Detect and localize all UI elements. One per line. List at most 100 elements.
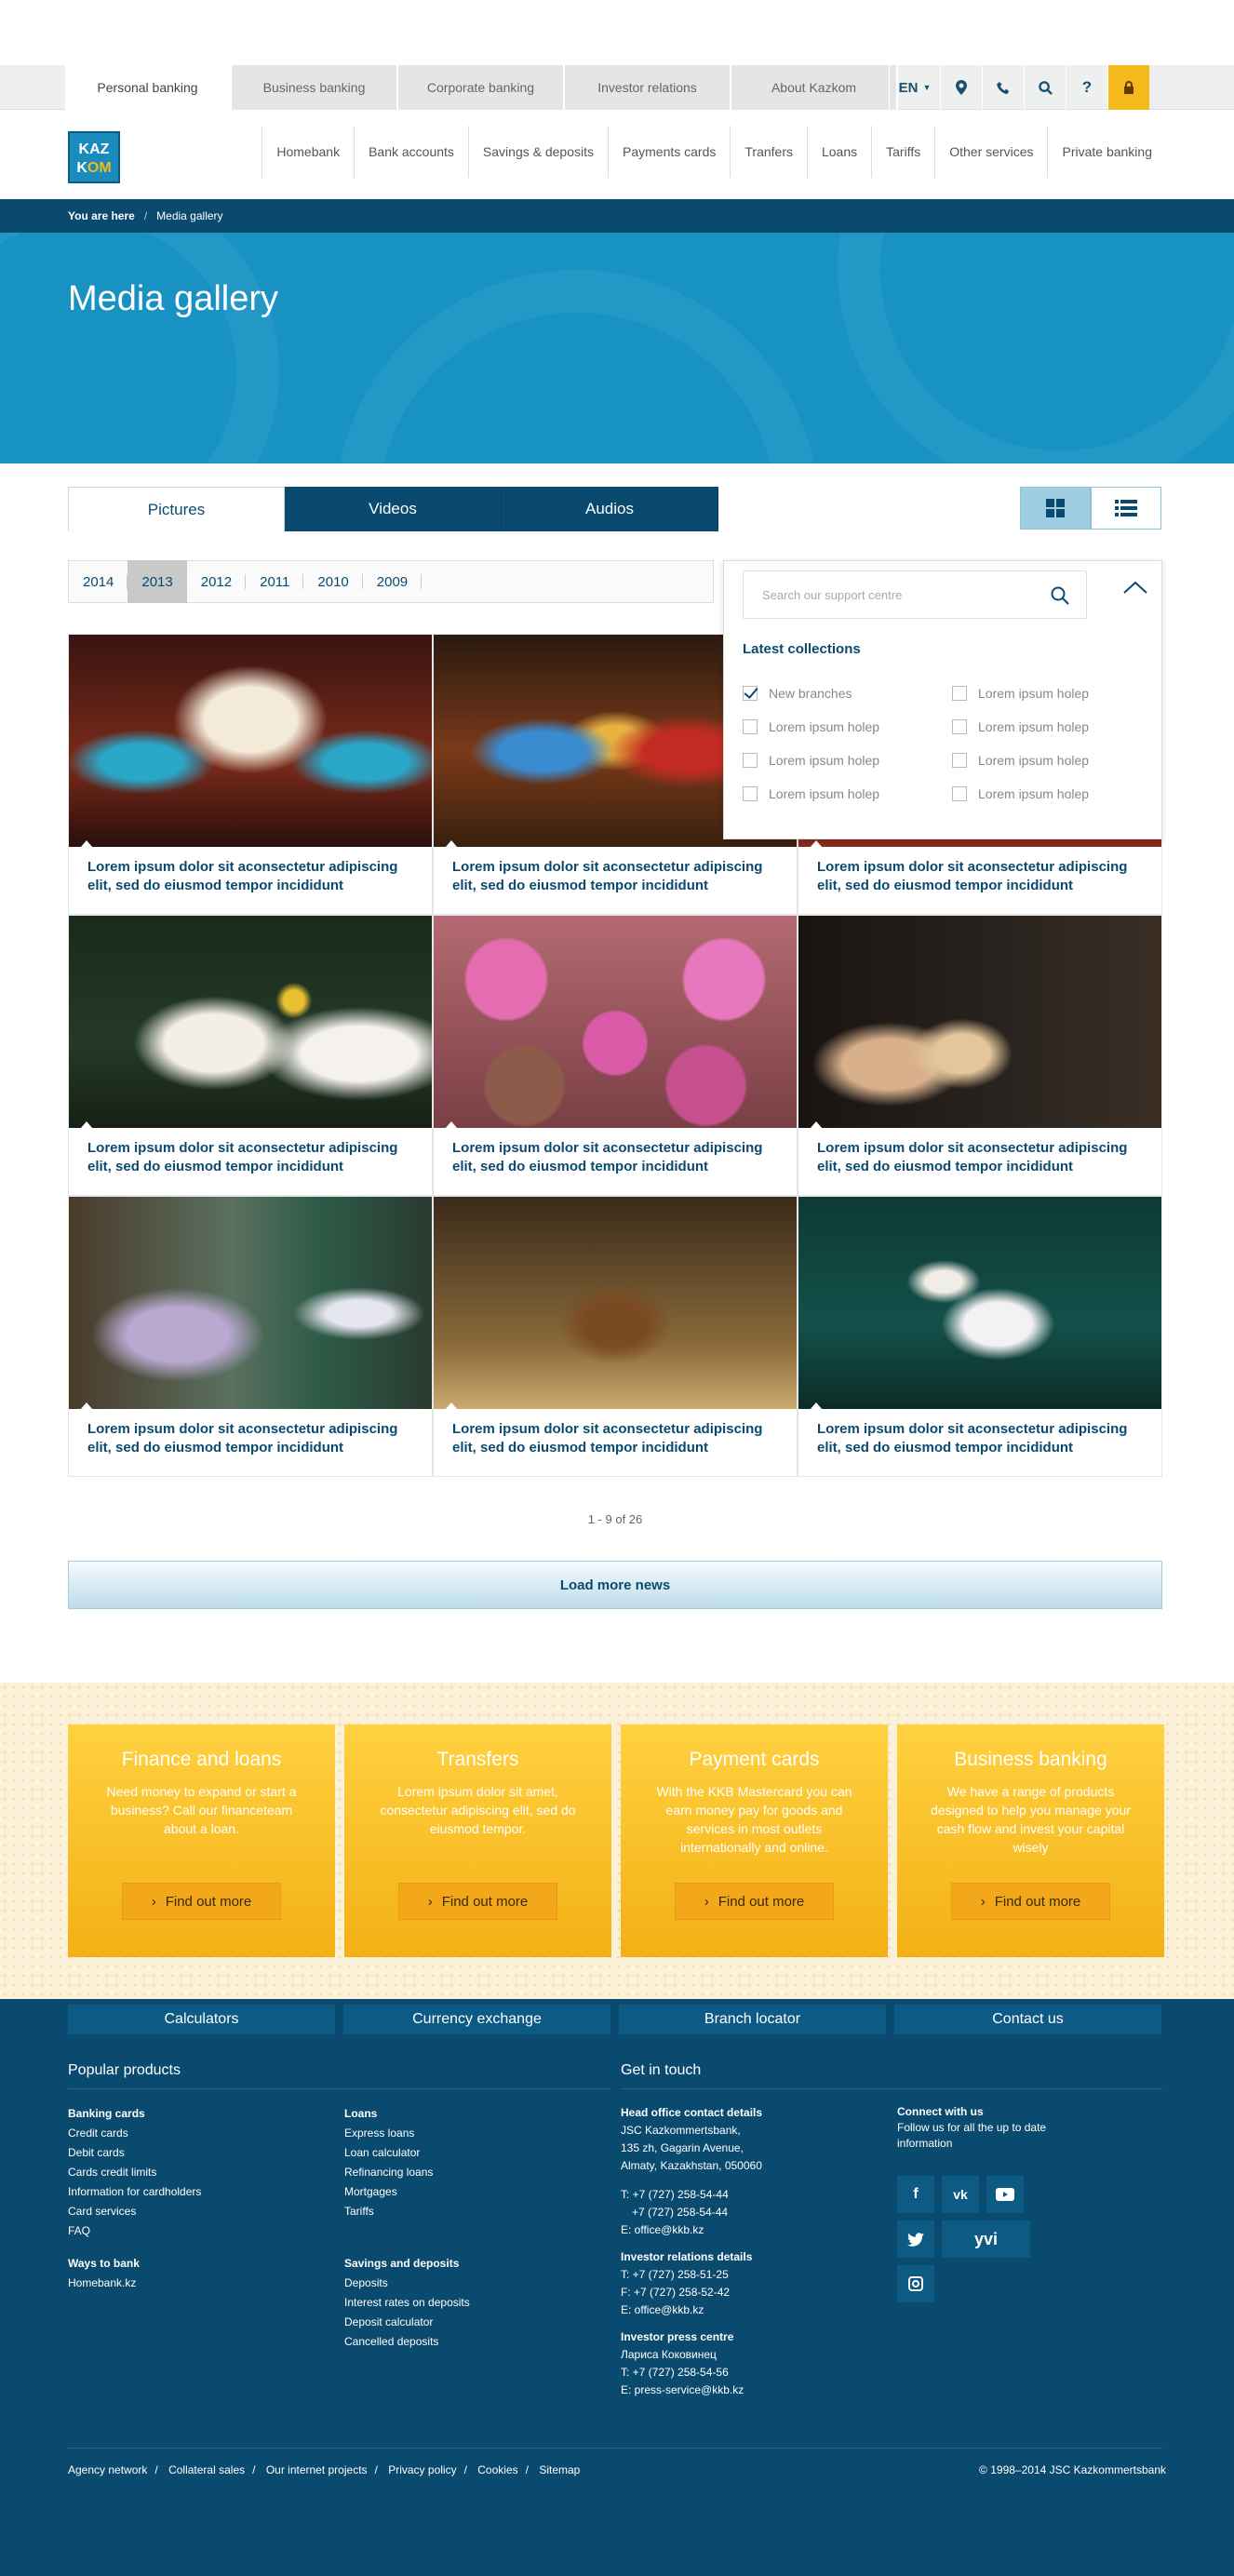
year-2012[interactable]: 2012 [187, 560, 247, 603]
footer-link[interactable]: Information for cardholders [68, 2182, 201, 2202]
gallery-caption[interactable]: Lorem ipsum dolor sit aconsectetur adipi… [434, 1409, 797, 1469]
contact-us-button[interactable]: Contact us [894, 2005, 1161, 2034]
phone-number[interactable]: +7 (727) 258-54-44 [621, 2204, 762, 2221]
checkbox-checked[interactable] [743, 686, 758, 701]
footer-link[interactable]: Cards credit limits [68, 2163, 201, 2182]
legal-link[interactable]: Our internet projects [266, 2463, 368, 2476]
list-view-button[interactable] [1091, 487, 1161, 530]
email[interactable]: E: office@kkb.kz [621, 2221, 762, 2239]
kazkom-logo[interactable]: KAZ KOM [68, 131, 120, 183]
checkbox-unchecked[interactable] [743, 719, 758, 734]
gallery-card[interactable]: Lorem ipsum dolor sit aconsectetur adipi… [433, 1196, 798, 1477]
tab-personal-banking[interactable]: Personal banking [65, 65, 232, 110]
tab-audios[interactable]: Audios [502, 487, 718, 531]
find-out-more-button[interactable]: › Find out more [951, 1883, 1110, 1920]
gallery-card[interactable]: Lorem ipsum dolor sit aconsectetur adipi… [798, 915, 1162, 1196]
gallery-caption[interactable]: Lorem ipsum dolor sit aconsectetur adipi… [69, 1128, 432, 1187]
footer-link[interactable]: Deposits [344, 2274, 470, 2293]
youtube-icon[interactable] [986, 2176, 1024, 2213]
year-2009[interactable]: 2009 [363, 560, 423, 603]
footer-link[interactable]: Refinancing loans [344, 2163, 470, 2182]
legal-link[interactable]: Cookies [477, 2463, 517, 2476]
footer-link[interactable]: Tariffs [344, 2202, 470, 2221]
email[interactable]: E: office@kkb.kz [621, 2301, 762, 2319]
legal-link[interactable]: Privacy policy [388, 2463, 456, 2476]
year-2014[interactable]: 2014 [69, 560, 128, 603]
checkbox-unchecked[interactable] [743, 753, 758, 768]
language-selector[interactable]: EN ▼ [889, 65, 940, 110]
footer-link[interactable]: Deposit calculator [344, 2313, 470, 2332]
collection-checkbox[interactable]: Lorem ipsum holep [743, 719, 879, 734]
gallery-photo[interactable] [69, 635, 432, 847]
calculators-button[interactable]: Calculators [68, 2005, 335, 2034]
year-2010[interactable]: 2010 [303, 560, 364, 603]
gallery-caption[interactable]: Lorem ipsum dolor sit aconsectetur adipi… [798, 847, 1161, 906]
legal-link[interactable]: Sitemap [539, 2463, 580, 2476]
tab-investor-relations[interactable]: Investor relations [565, 65, 731, 110]
collection-checkbox[interactable]: Lorem ipsum holep [743, 753, 879, 768]
lock-icon[interactable] [1107, 65, 1149, 110]
footer-link[interactable]: Card services [68, 2202, 201, 2221]
checkbox-unchecked[interactable] [743, 786, 758, 801]
footer-link[interactable]: Express loans [344, 2124, 470, 2143]
twitter-icon[interactable] [897, 2220, 934, 2258]
tab-corporate-banking[interactable]: Corporate banking [398, 65, 565, 110]
find-out-more-button[interactable]: › Find out more [675, 1883, 834, 1920]
year-2011[interactable]: 2011 [246, 560, 304, 603]
checkbox-unchecked[interactable] [952, 786, 967, 801]
legal-link[interactable]: Collateral sales [168, 2463, 245, 2476]
gallery-photo[interactable] [434, 916, 797, 1128]
nav-private-banking[interactable]: Private banking [1047, 126, 1166, 178]
gallery-caption[interactable]: Lorem ipsum dolor sit aconsectetur adipi… [434, 847, 797, 906]
gallery-card[interactable]: Lorem ipsum dolor sit aconsectetur adipi… [68, 634, 433, 915]
gallery-photo[interactable] [69, 1197, 432, 1409]
footer-link[interactable]: FAQ [68, 2221, 201, 2241]
gallery-caption[interactable]: Lorem ipsum dolor sit aconsectetur adipi… [434, 1128, 797, 1187]
footer-link[interactable]: Cancelled deposits [344, 2332, 470, 2352]
yvision-icon[interactable]: yvi [942, 2220, 1030, 2258]
nav-payments-cards[interactable]: Payments cards [608, 126, 730, 178]
branch-locator-button[interactable]: Branch locator [619, 2005, 886, 2034]
collection-checkbox[interactable]: Lorem ipsum holep [952, 719, 1089, 734]
gallery-photo[interactable] [69, 916, 432, 1128]
tab-about-kazkom[interactable]: About Kazkom [731, 65, 898, 110]
collection-checkbox[interactable]: Lorem ipsum holep [952, 686, 1089, 701]
collection-checkbox[interactable]: New branches [743, 686, 852, 701]
vk-icon[interactable]: vk [942, 2176, 979, 2213]
footer-link[interactable]: Interest rates on deposits [344, 2293, 470, 2313]
nav-transfers[interactable]: Tranfers [730, 126, 807, 178]
nav-bank-accounts[interactable]: Bank accounts [354, 126, 468, 178]
instagram-icon[interactable] [897, 2265, 934, 2302]
nav-homebank[interactable]: Homebank [262, 126, 354, 178]
tab-videos[interactable]: Videos [285, 487, 502, 531]
footer-link[interactable]: Mortgages [344, 2182, 470, 2202]
location-icon[interactable] [940, 65, 982, 110]
footer-link[interactable]: Loan calculator [344, 2143, 470, 2163]
find-out-more-button[interactable]: › Find out more [398, 1883, 557, 1920]
help-icon[interactable]: ? [1066, 65, 1107, 110]
phone-number[interactable]: T: +7 (727) 258-51-25 [621, 2266, 762, 2284]
gallery-card[interactable]: Lorem ipsum dolor sit aconsectetur adipi… [68, 1196, 433, 1477]
gallery-caption[interactable]: Lorem ipsum dolor sit aconsectetur adipi… [798, 1409, 1161, 1469]
search-icon[interactable] [1024, 65, 1066, 110]
legal-link[interactable]: Agency network [68, 2463, 147, 2476]
email[interactable]: E: press-service@kkb.kz [621, 2381, 762, 2399]
tab-pictures[interactable]: Pictures [68, 487, 285, 531]
collection-checkbox[interactable]: Lorem ipsum holep [743, 786, 879, 801]
checkbox-unchecked[interactable] [952, 753, 967, 768]
gallery-caption[interactable]: Lorem ipsum dolor sit aconsectetur adipi… [69, 847, 432, 906]
collection-checkbox[interactable]: Lorem ipsum holep [952, 786, 1089, 801]
phone-number[interactable]: T: +7 (727) 258-54-44 [621, 2186, 762, 2204]
year-2013[interactable]: 2013 [127, 560, 188, 603]
gallery-photo[interactable] [434, 1197, 797, 1409]
find-out-more-button[interactable]: › Find out more [122, 1883, 281, 1920]
currency-exchange-button[interactable]: Currency exchange [343, 2005, 610, 2034]
footer-link[interactable]: Credit cards [68, 2124, 201, 2143]
nav-other-services[interactable]: Other services [934, 126, 1047, 178]
gallery-card[interactable]: Lorem ipsum dolor sit aconsectetur adipi… [433, 915, 798, 1196]
nav-tariffs[interactable]: Tariffs [871, 126, 934, 178]
footer-link[interactable]: Debit cards [68, 2143, 201, 2163]
gallery-caption[interactable]: Lorem ipsum dolor sit aconsectetur adipi… [69, 1409, 432, 1469]
tab-business-banking[interactable]: Business banking [232, 65, 398, 110]
nav-loans[interactable]: Loans [806, 126, 871, 178]
